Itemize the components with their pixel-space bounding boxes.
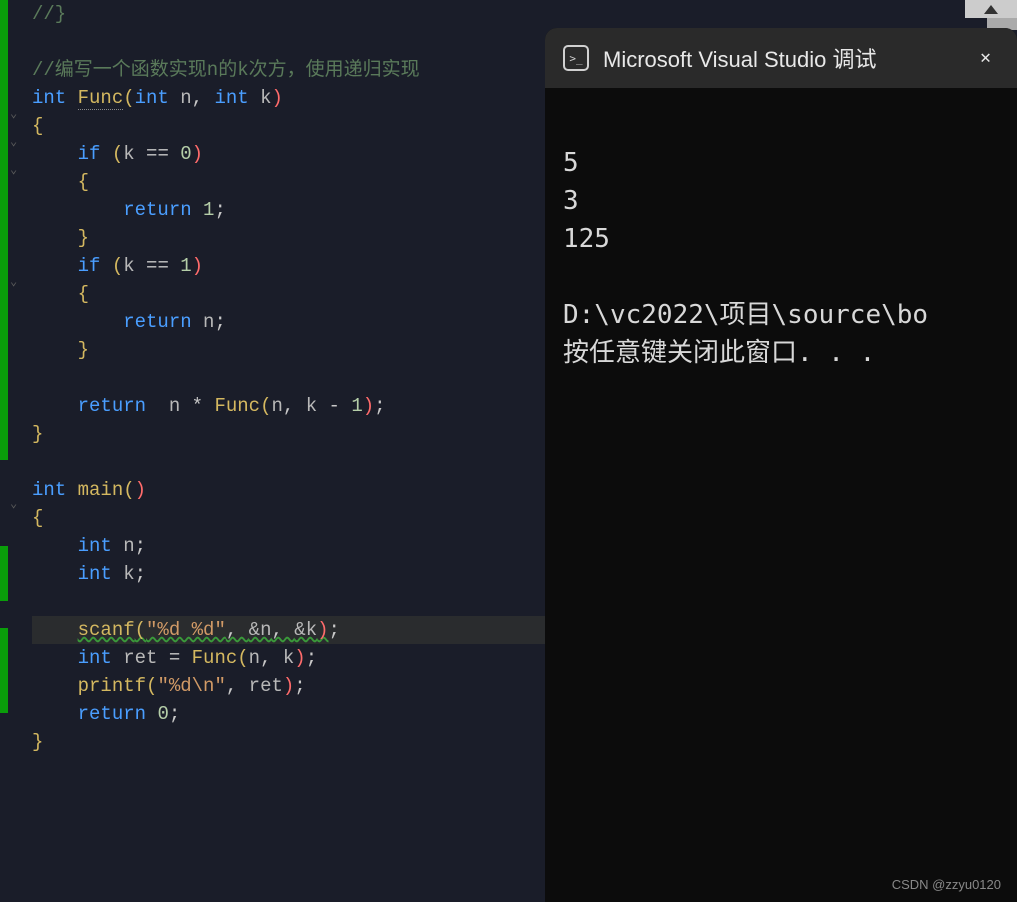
- console-titlebar[interactable]: >_ Microsoft Visual Studio 调试 ✕: [545, 28, 1017, 88]
- close-icon[interactable]: ✕: [972, 43, 999, 73]
- output-line: D:\vc2022\项目\source\bo: [563, 296, 999, 334]
- output-line: [563, 258, 999, 296]
- code-text: //}: [32, 3, 66, 25]
- output-line: 3: [563, 182, 999, 220]
- change-gutter: [0, 546, 8, 601]
- terminal-icon: >_: [563, 45, 589, 71]
- change-gutter: [0, 0, 8, 460]
- output-line: 按任意键关闭此窗口. . .: [563, 334, 999, 372]
- console-output[interactable]: 53125 D:\vc2022\项目\source\bo按任意键关闭此窗口. . …: [545, 88, 1017, 466]
- fold-arrow-icon[interactable]: ⌄: [10, 162, 17, 177]
- scroll-up-button[interactable]: [965, 0, 1017, 18]
- console-title: Microsoft Visual Studio 调试: [603, 42, 958, 74]
- code-editor[interactable]: ⌄ ⌄ ⌄ ⌄ ⌄ //} //编写一个函数实现n的k次方，使用递归实现 int…: [0, 0, 545, 902]
- code-comment: //编写一个函数实现n的k次方，使用递归实现: [32, 59, 420, 81]
- output-line: 125: [563, 220, 999, 258]
- output-line: 5: [563, 144, 999, 182]
- watermark: CSDN @zzyu0120: [892, 877, 1001, 892]
- debug-console-window: >_ Microsoft Visual Studio 调试 ✕ 53125 D:\…: [545, 28, 1017, 902]
- change-gutter: [0, 628, 8, 713]
- fold-arrow-icon[interactable]: ⌄: [10, 134, 17, 149]
- fold-arrow-icon[interactable]: ⌄: [10, 496, 17, 511]
- fold-gutter: ⌄ ⌄ ⌄ ⌄ ⌄: [10, 0, 28, 902]
- fold-arrow-icon[interactable]: ⌄: [10, 274, 17, 289]
- code-content[interactable]: //} //编写一个函数实现n的k次方，使用递归实现 int Func(int …: [28, 0, 545, 756]
- fold-arrow-icon[interactable]: ⌄: [10, 106, 17, 121]
